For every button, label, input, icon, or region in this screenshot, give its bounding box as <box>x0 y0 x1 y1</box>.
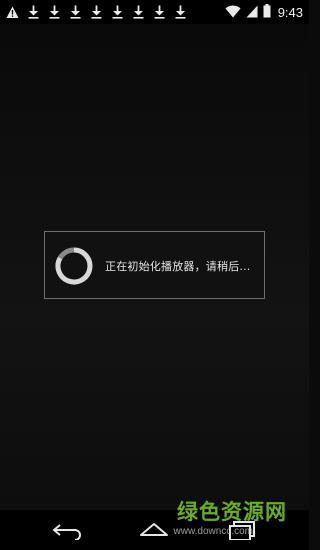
download-icon <box>132 5 145 19</box>
download-icon <box>174 5 187 19</box>
watermark-text: 绿色资源网 <box>177 500 287 524</box>
download-icon <box>111 5 124 19</box>
download-icon <box>69 5 82 19</box>
watermark-url: www.downcc.com <box>173 526 253 537</box>
status-indicators: 9:43 <box>225 2 303 22</box>
download-icon <box>27 5 40 19</box>
warning-icon <box>6 6 19 19</box>
loading-message: 正在初始化播放器，请稍后... <box>105 260 251 273</box>
download-icon <box>153 5 166 19</box>
notification-icons <box>6 3 187 21</box>
wifi-icon <box>225 3 241 22</box>
back-icon[interactable] <box>51 520 85 541</box>
download-icon <box>48 5 61 19</box>
battery-icon <box>263 3 271 22</box>
download-icon <box>90 5 103 19</box>
loading-dialog: 正在初始化播放器，请稍后... <box>44 231 265 299</box>
status-clock: 9:43 <box>277 4 303 20</box>
home-icon[interactable] <box>137 520 171 540</box>
status-bar: 9:43 <box>0 0 309 24</box>
loading-spinner-icon <box>53 245 95 287</box>
signal-icon <box>246 3 258 22</box>
